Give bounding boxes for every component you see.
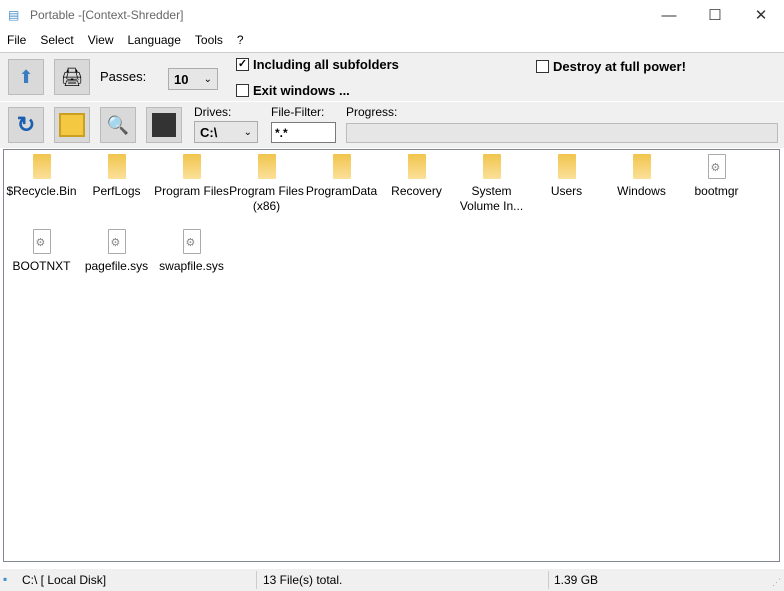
shredder-icon: 🖨	[60, 66, 84, 87]
toolbar: ⬆ 🖨 Passes: 10 ⌄ ✓ Including all subfolder…	[0, 52, 784, 148]
command-prompt-button[interactable]	[146, 107, 182, 143]
cmd-icon	[152, 113, 176, 137]
folder-icon	[632, 154, 651, 179]
menu-tools[interactable]: Tools	[188, 31, 230, 51]
file-name: Recovery	[391, 184, 442, 198]
passes-label: Passes:	[100, 69, 147, 84]
file-name: Users	[550, 184, 583, 198]
file-item[interactable]: Program Files (x86)	[229, 150, 304, 214]
app-icon: ▤	[8, 8, 20, 22]
refresh-icon: ↻	[16, 112, 36, 137]
file-name: System Volume In...	[459, 184, 524, 213]
chevron-down-icon: ⌄	[243, 126, 252, 138]
menu-language[interactable]: Language	[121, 31, 188, 51]
file-icon	[182, 229, 201, 254]
search-folder-button[interactable]: 🔍	[100, 107, 136, 143]
file-item[interactable]: PerfLogs	[79, 150, 154, 199]
drive-value: C:\	[200, 124, 218, 140]
file-name: Program Files (x86)	[229, 184, 304, 213]
resize-grip-icon[interactable]: ⋰	[772, 577, 781, 588]
file-filter-label: File-Filter:	[271, 105, 325, 119]
file-name: PerfLogs	[92, 184, 141, 198]
file-icon	[32, 229, 51, 254]
passes-select[interactable]: 10 ⌄	[168, 68, 218, 90]
file-item[interactable]: Program Files	[154, 150, 229, 199]
status-drive: C:\ [ Local Disk]	[22, 573, 107, 587]
explorer-icon	[59, 113, 85, 137]
destroy-full-power-checkbox[interactable]: Destroy at full power!	[536, 59, 686, 74]
minimize-button[interactable]: —	[646, 0, 692, 30]
file-name: Program Files	[154, 184, 229, 198]
progress-label: Progress:	[346, 105, 398, 119]
chevron-down-icon: ⌄	[203, 73, 212, 85]
folder-icon	[482, 154, 501, 179]
drives-select[interactable]: C:\ ⌄	[194, 121, 258, 143]
menu-help[interactable]: ?	[230, 31, 251, 51]
passes-value: 10	[174, 71, 189, 87]
folder-icon	[407, 154, 426, 179]
file-item[interactable]: $Recycle.Bin	[4, 150, 79, 199]
file-name: BOOTNXT	[12, 259, 71, 273]
file-item[interactable]: System Volume In...	[454, 150, 529, 214]
file-item[interactable]: Recovery	[379, 150, 454, 199]
exit-windows-label: Exit windows ...	[253, 83, 350, 98]
file-item[interactable]: Windows	[604, 150, 679, 199]
file-name: pagefile.sys	[84, 259, 149, 273]
destroy-full-label: Destroy at full power!	[553, 59, 686, 74]
folder-icon	[182, 154, 201, 179]
checkbox-checked-icon: ✓	[236, 58, 249, 71]
status-divider	[548, 571, 549, 589]
file-name: swapfile.sys	[159, 259, 224, 273]
file-item[interactable]: pagefile.sys	[79, 225, 154, 274]
progress-bar	[346, 123, 778, 143]
divider	[0, 101, 784, 102]
file-list-view: $Recycle.Bin PerfLogs Program Files Program…	[3, 149, 780, 562]
explorer-button[interactable]	[54, 107, 90, 143]
folder-icon	[107, 154, 126, 179]
menu-bar: File Select View Language Tools ?	[0, 31, 251, 51]
shredder-button[interactable]: 🖨	[54, 59, 90, 95]
close-button[interactable]: ✕	[738, 0, 784, 30]
folder-up-icon: ⬆	[18, 66, 34, 87]
menu-view[interactable]: View	[81, 31, 121, 51]
status-bar: ▪ C:\ [ Local Disk] 13 File(s) total. 1.…	[0, 569, 784, 591]
menu-select[interactable]: Select	[33, 31, 80, 51]
file-name: bootmgr	[694, 184, 739, 198]
status-size: 1.39 GB	[554, 573, 599, 587]
file-item[interactable]: swapfile.sys	[154, 225, 229, 274]
file-name: $Recycle.Bin	[6, 184, 77, 198]
file-name: ProgramData	[305, 184, 378, 198]
drives-label: Drives:	[194, 105, 232, 119]
refresh-button[interactable]: ↻	[8, 107, 44, 143]
title-bar: ▤ Portable -[Context-Shredder] — ☐ ✕	[0, 0, 784, 30]
include-subfolders-checkbox[interactable]: ✓ Including all subfolders	[236, 57, 399, 72]
status-file-count: 13 File(s) total.	[263, 573, 343, 587]
file-filter-input[interactable]	[271, 122, 336, 143]
include-subfolders-label: Including all subfolders	[253, 57, 399, 72]
file-icon	[107, 229, 126, 254]
exit-windows-checkbox[interactable]: Exit windows ...	[236, 83, 350, 98]
drive-icon: ▪	[3, 572, 8, 586]
folder-icon	[257, 154, 276, 179]
file-item[interactable]: bootmgr	[679, 150, 754, 199]
window-title: Portable -[Context-Shredder]	[30, 8, 184, 22]
folder-icon	[332, 154, 351, 179]
file-name: Windows	[617, 184, 666, 198]
file-item[interactable]: ProgramData	[304, 150, 379, 199]
maximize-button[interactable]: ☐	[692, 0, 738, 30]
file-item[interactable]: BOOTNXT	[4, 225, 79, 274]
folder-icon	[557, 154, 576, 179]
file-icon	[707, 154, 726, 179]
checkbox-icon	[536, 60, 549, 73]
up-folder-button[interactable]: ⬆	[8, 59, 44, 95]
folder-search-icon: 🔍	[106, 114, 130, 135]
file-item[interactable]: Users	[529, 150, 604, 199]
folder-icon	[32, 154, 51, 179]
checkbox-icon	[236, 84, 249, 97]
menu-file[interactable]: File	[0, 31, 33, 51]
status-divider	[256, 571, 257, 589]
